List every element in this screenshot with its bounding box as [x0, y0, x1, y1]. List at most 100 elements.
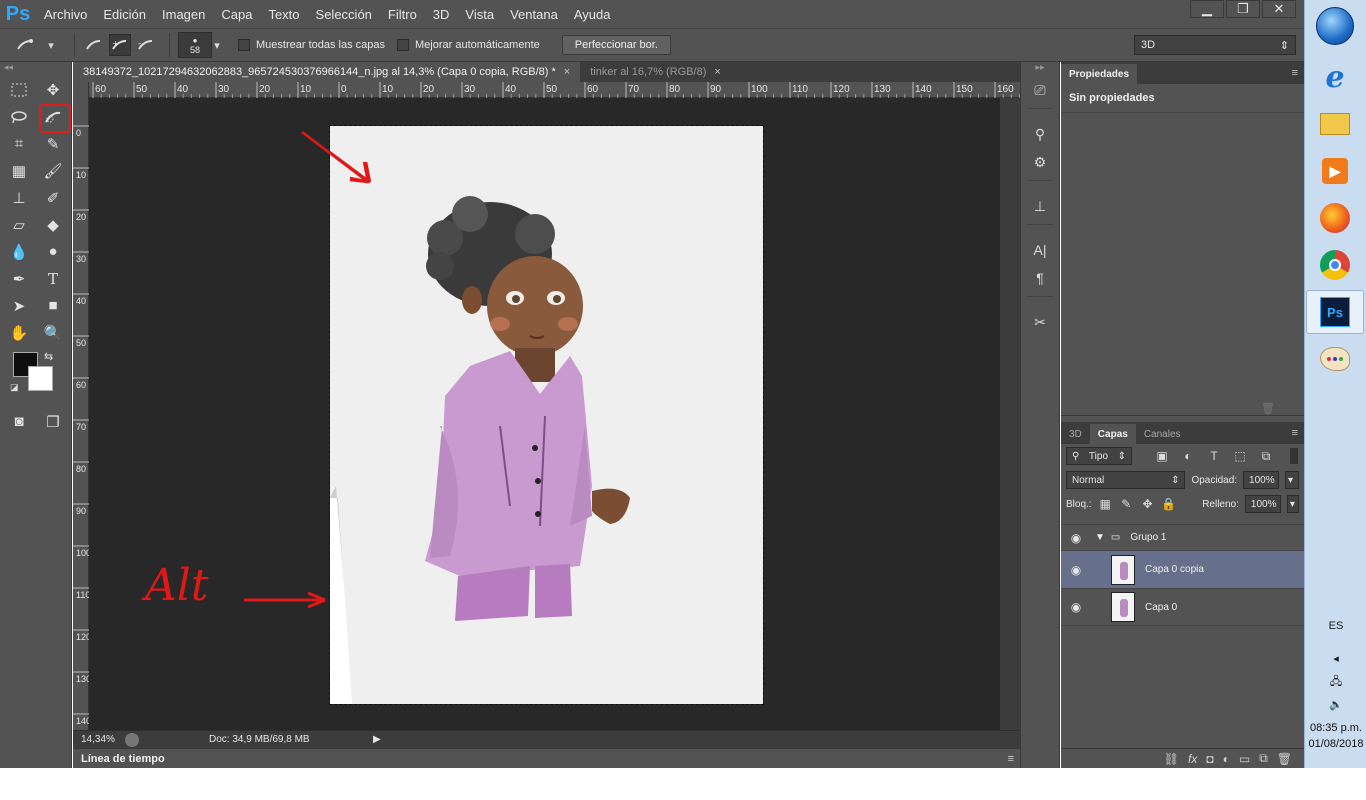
new-layer-icon[interactable]: ⧉	[1259, 751, 1268, 766]
firefox-icon[interactable]	[1306, 196, 1364, 240]
panel-menu-icon[interactable]: ≡	[1008, 753, 1014, 765]
menu-archivo[interactable]: Archivo	[36, 0, 95, 28]
document-canvas[interactable]	[299, 125, 764, 705]
sample-all-layers-checkbox[interactable]: Muestrear todas las capas	[238, 39, 385, 51]
screen-mode-icon[interactable]: ❐	[36, 408, 70, 435]
internet-explorer-icon[interactable]: e	[1306, 55, 1364, 99]
menu-edicion[interactable]: Edición	[95, 0, 154, 28]
tab-3d[interactable]: 3D	[1061, 424, 1090, 444]
paragraph-icon[interactable]: ¶	[1021, 264, 1059, 292]
default-colors-icon[interactable]: ◪	[10, 382, 19, 393]
zoom-level[interactable]: 14,34%	[73, 734, 125, 745]
menu-3d[interactable]: 3D	[425, 0, 458, 28]
pixel-filter-icon[interactable]: ▣	[1152, 447, 1172, 465]
panel-menu-icon[interactable]: ≡	[1292, 427, 1298, 439]
quick-mask-icon[interactable]: ◙	[2, 408, 36, 435]
menu-vista[interactable]: Vista	[457, 0, 502, 28]
brush-presets-icon[interactable]: ⚲	[1021, 120, 1059, 148]
pen-tool-icon[interactable]: ✒	[2, 265, 36, 292]
workspace-select[interactable]: 3D ⇕	[1134, 35, 1296, 55]
volume-icon[interactable]: 🔈	[1305, 698, 1366, 711]
layer-thumbnail[interactable]	[1111, 592, 1135, 622]
menu-texto[interactable]: Texto	[260, 0, 307, 28]
layer-name[interactable]: Grupo 1	[1130, 532, 1166, 543]
lock-position-icon[interactable]: ✥	[1140, 495, 1155, 513]
file-explorer-icon[interactable]	[1306, 102, 1364, 146]
paint-icon[interactable]	[1306, 337, 1364, 381]
chevron-down-icon[interactable]: ▾	[40, 34, 62, 56]
new-adjustment-icon[interactable]: ◐	[1223, 752, 1230, 766]
menu-filtro[interactable]: Filtro	[380, 0, 425, 28]
fill-dropdown[interactable]: ▾	[1286, 495, 1299, 513]
vertical-scrollbar[interactable]	[1000, 98, 1020, 730]
shape-filter-icon[interactable]: ⬚	[1230, 447, 1250, 465]
expand-triangle-icon[interactable]: ▼	[1095, 532, 1105, 543]
trash-icon[interactable]: 🗑	[1261, 402, 1275, 415]
menu-ayuda[interactable]: Ayuda	[566, 0, 619, 28]
visibility-eye-icon[interactable]: ◉	[1061, 531, 1091, 545]
tab-canales[interactable]: Canales	[1136, 424, 1189, 444]
close-tab-icon[interactable]: ×	[564, 66, 570, 78]
auto-enhance-checkbox[interactable]: Mejorar automáticamente	[397, 39, 540, 51]
fx-icon[interactable]: fx	[1188, 752, 1197, 766]
tool-presets-icon[interactable]: ✂	[1021, 308, 1059, 336]
play-right-icon[interactable]: ▶	[373, 734, 381, 745]
history-icon[interactable]: ⎚	[1021, 76, 1059, 104]
media-player-icon[interactable]: ▶	[1306, 149, 1364, 193]
blur-tool-icon[interactable]: 💧	[2, 238, 36, 265]
start-button[interactable]	[1305, 0, 1365, 52]
brush-tool-icon[interactable]: 🖌	[36, 157, 70, 184]
layer-row[interactable]: ◉ Capa 0	[1061, 588, 1304, 626]
kind-filter-select[interactable]: ⚲ Tipo ⇕	[1066, 447, 1132, 465]
close-tab-icon[interactable]: ×	[714, 66, 720, 78]
network-icon[interactable]: 🖧	[1305, 673, 1366, 692]
history-brush-tool-icon[interactable]: ✐	[36, 184, 70, 211]
eyedropper-tool-icon[interactable]: ✎	[36, 130, 70, 157]
rectangle-tool-icon[interactable]: ■	[36, 292, 70, 319]
lock-transparency-icon[interactable]: ▦	[1098, 495, 1113, 513]
move-tool-icon[interactable]: ✥	[36, 76, 70, 103]
clock[interactable]: 08:35 p.m. 01/08/2018	[1305, 720, 1366, 752]
healing-brush-tool-icon[interactable]: ▦	[2, 157, 36, 184]
type-filter-icon[interactable]: T	[1204, 447, 1224, 465]
paint-bucket-tool-icon[interactable]: ◆	[36, 211, 70, 238]
layer-row-group[interactable]: ◉ ▼ ▭ Grupo 1	[1061, 524, 1304, 550]
menu-seleccion[interactable]: Selección	[308, 0, 380, 28]
clone-stamp-tool-icon[interactable]: ⊥	[2, 184, 36, 211]
lock-image-icon[interactable]: ✎	[1119, 495, 1134, 513]
close-button[interactable]: ✕	[1262, 0, 1296, 18]
character-icon[interactable]: A|	[1021, 236, 1059, 264]
menu-capa[interactable]: Capa	[213, 0, 260, 28]
swap-colors-icon[interactable]: ⇆	[44, 350, 53, 363]
layer-thumbnail[interactable]	[1111, 554, 1135, 585]
crop-tool-icon[interactable]: ⌗	[2, 130, 36, 157]
document-tab[interactable]: tinker al 16,7% (RGB/8) ×	[580, 62, 731, 82]
language-indicator[interactable]: ES	[1305, 620, 1366, 632]
panel-menu-icon[interactable]: ≡	[1292, 67, 1298, 79]
quick-selection-tool-preset-icon[interactable]	[14, 34, 36, 56]
menu-imagen[interactable]: Imagen	[154, 0, 213, 28]
menu-ventana[interactable]: Ventana	[502, 0, 566, 28]
restore-button[interactable]: ❐	[1226, 0, 1260, 18]
chrome-icon[interactable]	[1306, 243, 1364, 287]
layer-row[interactable]: ◉ Capa 0 copia	[1061, 550, 1304, 588]
layer-name[interactable]: Capa 0 copia	[1145, 564, 1204, 575]
quick-selection-tool-icon[interactable]	[36, 103, 71, 133]
marquee-tool-icon[interactable]	[2, 76, 36, 103]
tray-expand-icon[interactable]: ◂	[1305, 652, 1366, 665]
link-layers-icon[interactable]: ⛓	[1164, 752, 1179, 766]
panel-grip[interactable]: ◂◂	[0, 62, 71, 76]
new-selection-icon[interactable]	[83, 34, 105, 56]
opacity-input[interactable]: 100%	[1243, 471, 1280, 489]
minimize-button[interactable]: ▁	[1190, 0, 1224, 18]
blend-mode-select[interactable]: Normal ⇕	[1066, 471, 1186, 489]
hand-tool-icon[interactable]: ✋	[2, 319, 36, 346]
lock-all-icon[interactable]: 🔒	[1161, 495, 1176, 513]
visibility-eye-icon[interactable]: ◉	[1061, 563, 1091, 577]
tab-propiedades[interactable]: Propiedades	[1061, 64, 1138, 84]
timeline-panel[interactable]: Línea de tiempo ≡	[73, 748, 1020, 768]
fill-input[interactable]: 100%	[1244, 495, 1281, 513]
add-mask-icon[interactable]: ◘	[1206, 752, 1213, 766]
new-group-icon[interactable]: ▭	[1239, 752, 1250, 766]
brush-size-picker[interactable]: ● 58	[178, 32, 212, 58]
